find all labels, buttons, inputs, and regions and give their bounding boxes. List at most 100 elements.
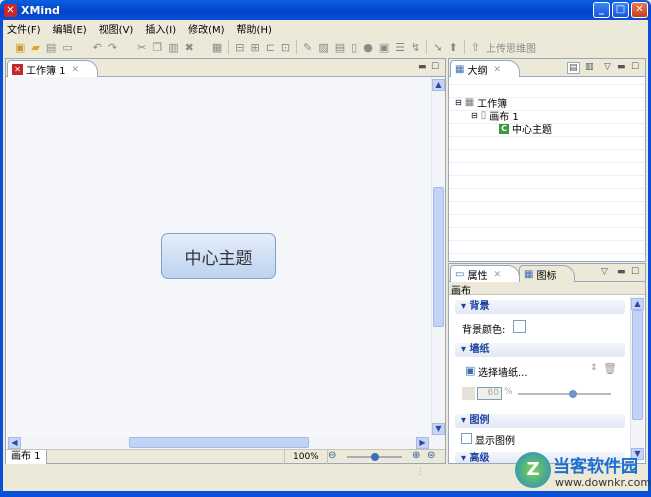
- view-menu-icon[interactable]: ▽: [601, 267, 608, 277]
- open-icon[interactable]: ▰: [31, 41, 39, 54]
- sheet-tab[interactable]: 画布 1: [6, 450, 47, 464]
- scroll-up-icon[interactable]: ▲: [631, 298, 644, 310]
- scroll-up-icon[interactable]: ▲: [432, 79, 445, 91]
- maximize-view-icon[interactable]: ☐: [631, 267, 639, 277]
- maximize-button[interactable]: □: [612, 2, 629, 18]
- subtopic-icon[interactable]: ⊞: [250, 41, 259, 54]
- delete-icon[interactable]: ✖: [185, 41, 194, 54]
- float-icon[interactable]: ⊡: [281, 41, 290, 54]
- new-icon[interactable]: ▣: [15, 41, 25, 54]
- central-topic[interactable]: 中心主题: [161, 233, 276, 279]
- scroll-down-icon[interactable]: ▼: [432, 423, 445, 435]
- save-icon[interactable]: ▤: [46, 41, 56, 54]
- select-wallpaper-button[interactable]: 选择墙纸...: [478, 364, 528, 379]
- relationship-icon[interactable]: ↯: [411, 41, 420, 54]
- image-icon: ▣: [465, 364, 476, 377]
- menu-insert[interactable]: 插入(I): [145, 21, 176, 36]
- summary-icon[interactable]: ▣: [379, 41, 389, 54]
- attachment-icon[interactable]: ✎: [303, 41, 312, 54]
- tab-workbook[interactable]: ✕ 工作簿 1 ✕: [7, 60, 99, 77]
- xmind-logo-icon: ✕: [4, 3, 17, 17]
- properties-scroll-thumb[interactable]: [632, 310, 643, 420]
- tree-item-central-topic[interactable]: C 中心主题: [499, 121, 552, 136]
- topic-icon[interactable]: ⊟: [235, 41, 244, 54]
- picture-icon[interactable]: ▨: [318, 41, 328, 54]
- zoom-in-icon[interactable]: ⊕: [412, 450, 420, 461]
- section-background[interactable]: ▾ 背景: [455, 300, 625, 314]
- menu-edit[interactable]: 编辑(E): [53, 21, 87, 36]
- zoom-value: 100%: [284, 450, 328, 464]
- redo-icon[interactable]: ↷: [108, 41, 117, 54]
- drill-up-icon[interactable]: ⬆: [449, 41, 458, 54]
- minimize-view-icon[interactable]: ▬: [418, 62, 427, 72]
- outline-view-mode-icon[interactable]: ▤: [567, 62, 580, 74]
- cut-icon[interactable]: ✂: [137, 41, 146, 54]
- note-icon[interactable]: ▯: [351, 41, 357, 54]
- scroll-left-icon[interactable]: ◀: [8, 437, 21, 449]
- properties-tab-row: ▭ 属性 ✕ ▦ 图标 ▽ ▬ ☐: [449, 264, 645, 282]
- sheet-icon: ▯: [480, 110, 487, 121]
- tab-icons[interactable]: ▦ 图标: [519, 265, 576, 282]
- maximize-view-icon[interactable]: ☐: [431, 62, 439, 72]
- insert-image-icon[interactable]: ▦: [212, 41, 222, 54]
- menu-modify[interactable]: 修改(M): [188, 21, 224, 36]
- outline-sheet-icon[interactable]: ▥: [585, 62, 594, 72]
- section-title: 背景: [469, 301, 490, 312]
- menu-view[interactable]: 视图(V): [99, 21, 134, 36]
- vertical-scroll-thumb[interactable]: [433, 187, 444, 327]
- trash-icon[interactable]: 🗑: [603, 362, 617, 375]
- zoom-out-icon[interactable]: ⊖: [328, 450, 336, 461]
- tab-properties[interactable]: ▭ 属性 ✕: [450, 265, 520, 282]
- expand-icon: ▾: [461, 453, 470, 463]
- zoom-slider-thumb[interactable]: [371, 453, 379, 461]
- collapse-icon[interactable]: ⊟: [471, 111, 478, 120]
- boundary-icon[interactable]: ▤: [335, 41, 345, 54]
- maximize-view-icon[interactable]: ☐: [631, 62, 639, 72]
- expand-icon: ▾: [461, 415, 470, 426]
- toolbar: ▣ ▰ ▤ ▭ ↶ ↷ ✂ ❐ ▥ ✖ ▦ ⊟ ⊞ ⊏ ⊡ ✎ ▨ ▤ ▯ ● …: [3, 37, 648, 57]
- close-tab-icon[interactable]: ✕: [493, 270, 501, 280]
- undo-icon[interactable]: ↶: [93, 41, 102, 54]
- watermark: Z 当客软件园 www.downkr.com: [515, 452, 651, 497]
- menu-file[interactable]: 文件(F): [7, 21, 41, 36]
- tab-outline[interactable]: ▦ 大纲 ✕: [450, 60, 520, 77]
- minimize-view-icon[interactable]: ▬: [617, 267, 626, 277]
- fit-zoom-icon[interactable]: ⊜: [427, 450, 435, 461]
- watermark-url: www.downkr.com: [555, 476, 651, 489]
- minimize-view-icon[interactable]: ▬: [617, 62, 626, 72]
- outline-icon: ▦: [455, 64, 465, 75]
- section-wallpaper[interactable]: ▾ 墙纸: [455, 343, 625, 357]
- wallpaper-preview: [462, 387, 475, 400]
- horizontal-scrollbar[interactable]: ◀ ▶: [6, 437, 445, 449]
- collapse-icon[interactable]: ⊟: [455, 98, 462, 107]
- properties-scrollbar[interactable]: ▲ ▼: [630, 296, 644, 462]
- background-color-swatch[interactable]: [513, 320, 526, 333]
- align-icon[interactable]: ☰: [395, 41, 405, 54]
- close-tab-icon[interactable]: ✕: [493, 65, 501, 75]
- topic-icon: C: [499, 123, 509, 134]
- show-legend-checkbox[interactable]: [461, 433, 472, 444]
- print-icon[interactable]: ▭: [62, 41, 72, 54]
- scroll-right-icon[interactable]: ▶: [416, 437, 429, 449]
- zoom-slider[interactable]: [347, 453, 402, 461]
- vertical-scrollbar[interactable]: ▲ ▼: [431, 77, 445, 437]
- spinner-icon[interactable]: ⇕: [590, 363, 598, 373]
- upload-button[interactable]: 上传思维图: [486, 40, 536, 55]
- marker-icon[interactable]: ●: [363, 41, 373, 54]
- opacity-slider[interactable]: [518, 390, 611, 398]
- drill-down-icon[interactable]: ➘: [433, 41, 442, 54]
- view-menu-icon[interactable]: ▽: [604, 62, 611, 72]
- tab-label: 工作簿 1: [26, 66, 66, 77]
- close-tab-icon[interactable]: ✕: [72, 65, 80, 75]
- opacity-input[interactable]: 60: [477, 387, 502, 400]
- parent-icon[interactable]: ⊏: [266, 41, 275, 54]
- opacity-slider-thumb[interactable]: [569, 390, 577, 398]
- close-button[interactable]: ✕: [631, 2, 648, 18]
- section-title: 图例: [469, 415, 490, 426]
- paste-icon[interactable]: ▥: [168, 41, 178, 54]
- section-legend[interactable]: ▾ 图例: [455, 414, 625, 428]
- copy-icon[interactable]: ❐: [152, 41, 162, 54]
- horizontal-scroll-thumb[interactable]: [129, 437, 309, 448]
- minimize-button[interactable]: _: [593, 2, 610, 18]
- menu-help[interactable]: 帮助(H): [237, 21, 272, 36]
